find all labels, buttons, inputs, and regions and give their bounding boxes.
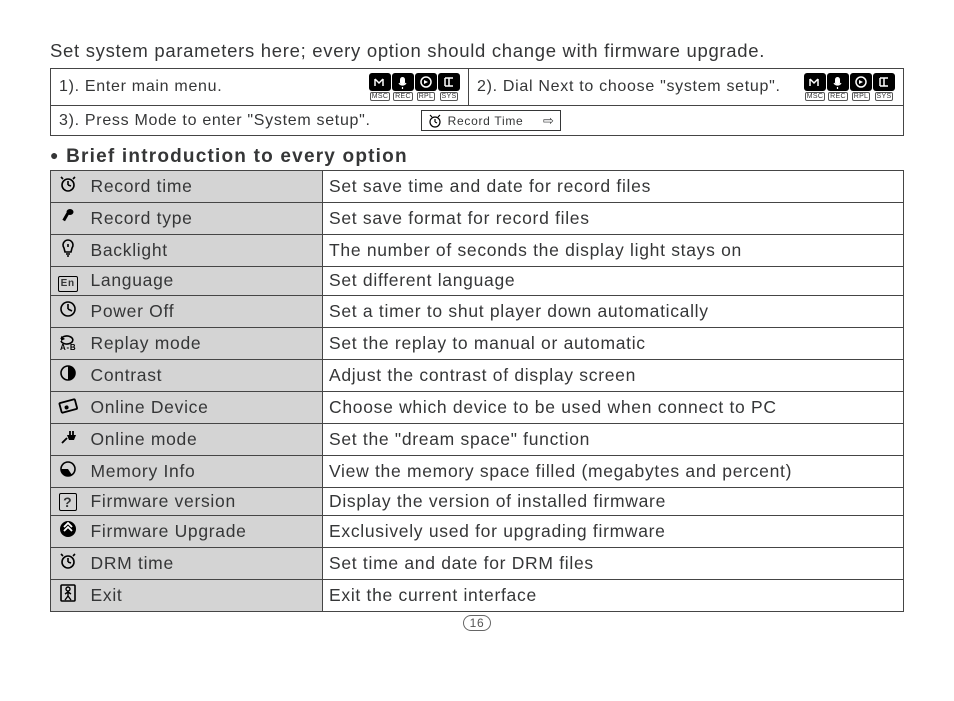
section-header: ● Brief introduction to every option xyxy=(50,146,904,168)
step2-text: 2). Dial Next to choose "system setup". xyxy=(477,78,781,96)
option-name: DRM time xyxy=(85,547,323,579)
option-name: Contrast xyxy=(85,359,323,391)
language-icon: En xyxy=(58,276,78,292)
clock-icon xyxy=(57,174,79,194)
option-name: Backlight xyxy=(85,235,323,267)
mode-tabs-icon: MSC REC RPL SYS xyxy=(804,73,895,101)
table-row: En Language Set different language xyxy=(51,267,904,296)
clock-icon xyxy=(428,114,442,128)
version-icon: ? xyxy=(59,493,77,511)
option-desc: Display the version of installed firmwar… xyxy=(323,487,904,515)
clock-icon xyxy=(57,551,79,571)
option-desc: Set save format for record files xyxy=(323,203,904,235)
option-name: Replay mode xyxy=(85,327,323,359)
table-row: Firmware Upgrade Exclusively used for up… xyxy=(51,515,904,547)
contrast-icon xyxy=(57,363,79,383)
options-table: Record time Set save time and date for r… xyxy=(50,170,904,612)
option-desc: Set the replay to manual or automatic xyxy=(323,327,904,359)
option-name: Record type xyxy=(85,203,323,235)
step3-text: 3). Press Mode to enter "System setup". xyxy=(59,112,371,130)
table-row: Record type Set save format for record f… xyxy=(51,203,904,235)
option-name: Firmware version xyxy=(85,487,323,515)
table-row: ? Firmware version Display the version o… xyxy=(51,487,904,515)
svg-text:A-B: A-B xyxy=(60,343,76,351)
device-icon xyxy=(57,395,79,415)
option-name: Exit xyxy=(85,579,323,611)
option-desc: Adjust the contrast of display screen xyxy=(323,359,904,391)
page-number: 16 xyxy=(50,614,904,632)
microphone-icon xyxy=(57,206,79,226)
intro-text: Set system parameters here; every option… xyxy=(50,40,904,62)
option-desc: Set a timer to shut player down automati… xyxy=(323,295,904,327)
option-desc: Exit the current interface xyxy=(323,579,904,611)
table-row: Exit Exit the current interface xyxy=(51,579,904,611)
option-desc: View the memory space filled (megabytes … xyxy=(323,455,904,487)
table-row: Contrast Adjust the contrast of display … xyxy=(51,359,904,391)
option-name: Power Off xyxy=(85,295,323,327)
option-name: Record time xyxy=(85,171,323,203)
memory-icon xyxy=(57,459,79,479)
record-time-box: Record Time ⇨ xyxy=(421,110,561,131)
table-row: Online mode Set the "dream space" functi… xyxy=(51,423,904,455)
mode-tabs-icon: MSC REC RPL SYS xyxy=(369,73,460,101)
option-name: Firmware Upgrade xyxy=(85,515,323,547)
table-row: Memory Info View the memory space filled… xyxy=(51,455,904,487)
replay-icon: A-B xyxy=(57,331,79,351)
table-row: Backlight The number of seconds the disp… xyxy=(51,235,904,267)
option-desc: Set time and date for DRM files xyxy=(323,547,904,579)
exit-icon xyxy=(57,583,79,603)
option-name: Language xyxy=(85,267,323,296)
bulb-icon xyxy=(57,238,79,258)
option-desc: Set save time and date for record files xyxy=(323,171,904,203)
option-desc: Exclusively used for upgrading firmware xyxy=(323,515,904,547)
option-name: Memory Info xyxy=(85,455,323,487)
arrow-right-icon: ⇨ xyxy=(543,113,555,129)
option-desc: Choose which device to be used when conn… xyxy=(323,391,904,423)
table-row: Power Off Set a timer to shut player dow… xyxy=(51,295,904,327)
option-name: Online mode xyxy=(85,423,323,455)
table-row: A-B Replay mode Set the replay to manual… xyxy=(51,327,904,359)
power-off-icon xyxy=(57,299,79,319)
step1-text: 1). Enter main menu. xyxy=(59,78,222,96)
upgrade-icon xyxy=(57,519,79,539)
option-desc: The number of seconds the display light … xyxy=(323,235,904,267)
option-name: Online Device xyxy=(85,391,323,423)
option-desc: Set the "dream space" function xyxy=(323,423,904,455)
table-row: Online Device Choose which device to be … xyxy=(51,391,904,423)
table-row: Record time Set save time and date for r… xyxy=(51,171,904,203)
option-desc: Set different language xyxy=(323,267,904,296)
steps-table: 1). Enter main menu. MSC REC RPL SYS 2).… xyxy=(50,68,904,136)
table-row: DRM time Set time and date for DRM files xyxy=(51,547,904,579)
plug-icon xyxy=(57,427,79,447)
